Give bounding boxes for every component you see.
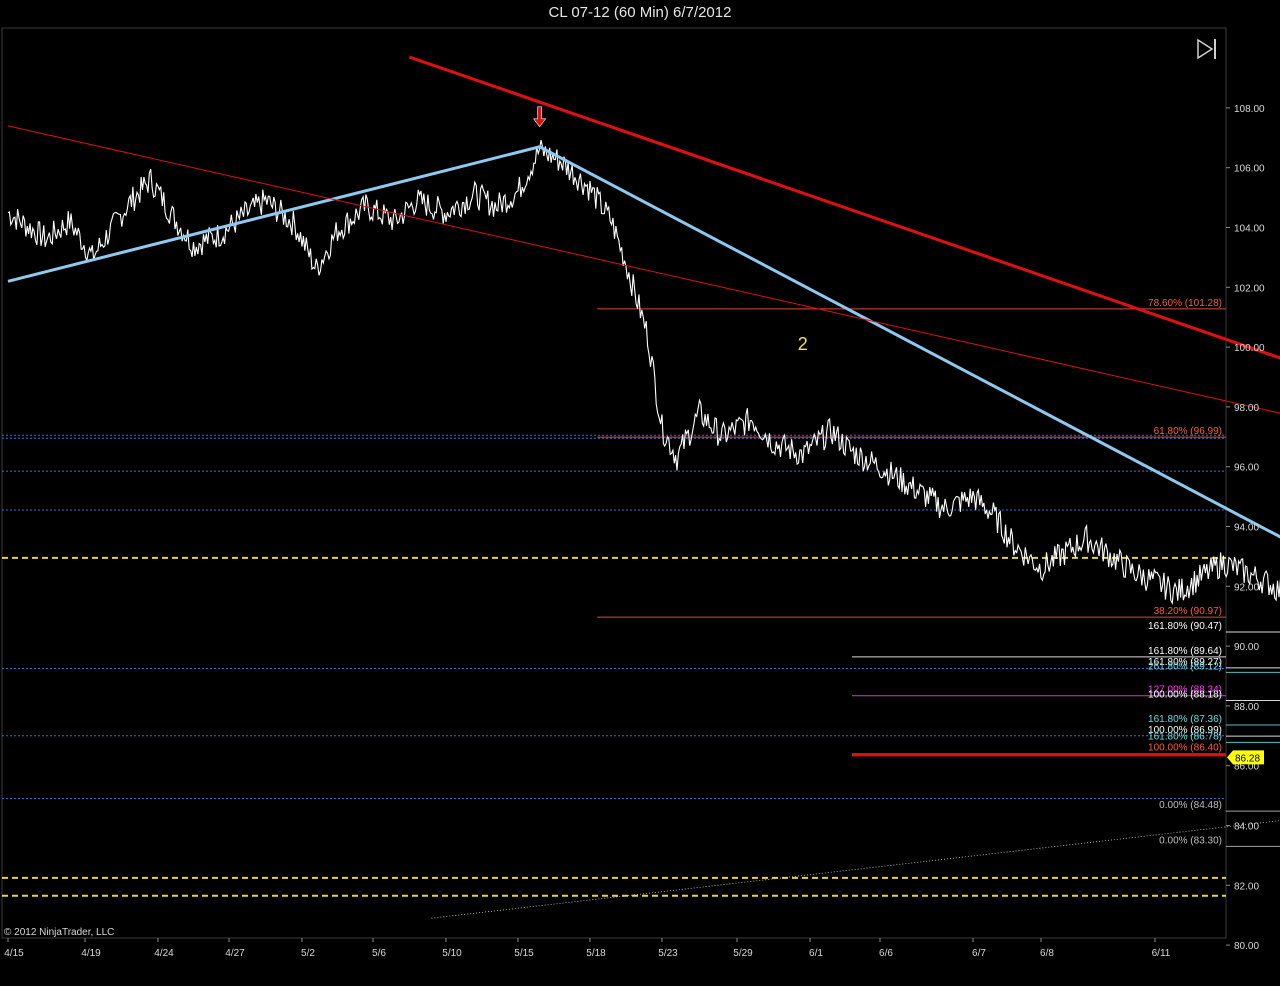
fib-level-label: 161.80% (89.64) <box>1148 646 1222 657</box>
y-tick-label: 82.00 <box>1234 881 1259 892</box>
x-tick-label: 4/19 <box>81 948 101 959</box>
x-tick-label: 5/6 <box>372 948 386 959</box>
wave-label: 2 <box>798 334 808 354</box>
y-tick-label: 90.00 <box>1234 642 1259 653</box>
plot-background <box>1 27 1227 939</box>
x-tick-label: 5/15 <box>514 948 534 959</box>
x-tick-label: 6/1 <box>809 948 823 959</box>
x-tick-label: 6/11 <box>1152 948 1171 959</box>
y-tick-label: 108.00 <box>1234 104 1265 115</box>
x-tick-label: 5/29 <box>733 948 753 959</box>
y-tick-label: 102.00 <box>1234 283 1265 294</box>
y-tick-label: 106.00 <box>1234 164 1265 175</box>
y-tick-label: 88.00 <box>1234 702 1259 713</box>
chart-title: CL 07-12 (60 Min) 6/7/2012 <box>0 0 1280 26</box>
fib-level-label: 161.80% (90.47) <box>1148 621 1222 632</box>
x-tick-label: 6/6 <box>879 948 893 959</box>
x-tick-label: 4/15 <box>4 948 24 959</box>
x-tick-label: 5/10 <box>442 948 462 959</box>
y-tick-label: 100.00 <box>1234 343 1265 354</box>
fib-level-label: 61.80% (96.99) <box>1154 426 1222 437</box>
x-tick-label: 5/2 <box>301 948 315 959</box>
fib-level-label: 38.20% (90.97) <box>1154 606 1222 617</box>
plot-frame <box>1 27 1227 939</box>
y-tick-label: 80.00 <box>1234 941 1259 952</box>
y-tick-label: 98.00 <box>1234 403 1259 414</box>
last-price-label: 86.28 <box>1235 753 1260 764</box>
x-tick-label: 4/24 <box>154 948 174 959</box>
x-tick-label: 6/7 <box>972 948 986 959</box>
x-tick-label: 6/8 <box>1040 948 1054 959</box>
fib-level-label: 0.00% (83.30) <box>1159 835 1222 846</box>
fib-level-label: 0.00% (84.48) <box>1159 800 1222 811</box>
fib-level-label: 100.00% (88.18) <box>1148 690 1222 701</box>
fib-level-label: 78.60% (101.28) <box>1148 298 1222 309</box>
y-tick-label: 104.00 <box>1234 224 1265 235</box>
x-tick-label: 5/18 <box>586 948 606 959</box>
fib-level-label: 100.00% (86.40) <box>1148 743 1222 754</box>
x-tick-label: 5/23 <box>658 948 678 959</box>
fib-level-label: 161.80% (87.36) <box>1148 714 1222 725</box>
y-tick-label: 84.00 <box>1234 822 1259 833</box>
x-tick-label: 4/27 <box>225 948 245 959</box>
y-tick-label: 96.00 <box>1234 463 1259 474</box>
y-tick-label: 92.00 <box>1234 582 1259 593</box>
fib-level-label: 161.80% (86.78) <box>1148 731 1222 742</box>
price-chart[interactable]: 4/15 4/19 4/24 4/27 5/2 5/6 5/10 5/15 5/18 5/23 5/… <box>0 26 1280 986</box>
fib-level-label: 261.80% (89.12) <box>1148 661 1222 672</box>
y-tick-label: 94.00 <box>1234 523 1259 534</box>
copyright-text: © 2012 NinjaTrader, LLC <box>4 927 115 938</box>
